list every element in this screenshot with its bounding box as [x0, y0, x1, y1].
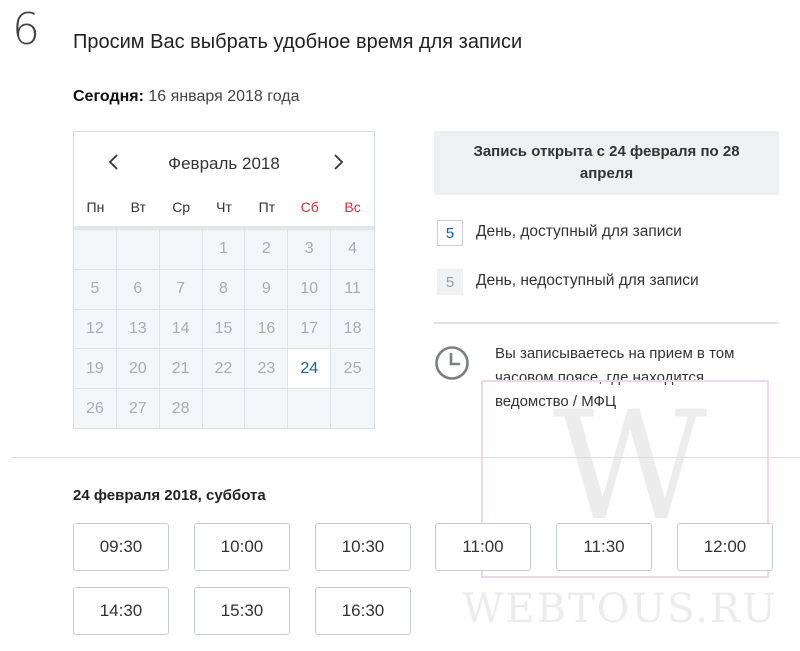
calendar-day: 19 [74, 349, 117, 390]
calendar-empty-cell [74, 230, 117, 270]
calendar-day: 2 [245, 230, 289, 270]
selected-date: 24 февраля 2018, суббота [73, 487, 266, 504]
calendar-day: 13 [116, 309, 160, 350]
weekday-tue: Вт [130, 199, 146, 215]
watermark-logo: W [552, 380, 708, 554]
watermark-text: WEBTOUS.RU [462, 586, 778, 632]
time-slot-button[interactable]: 10:00 [194, 523, 290, 571]
info-divider [434, 322, 779, 324]
calendar-empty-cell [116, 230, 160, 270]
calendar: Февраль 2018 Пн Вт Ср Чт Пт Сб Вс 123456… [73, 131, 375, 429]
calendar-day: 20 [116, 349, 160, 390]
time-slot-button[interactable]: 16:30 [315, 587, 411, 635]
weekday-sat: Сб [300, 199, 319, 215]
calendar-day: 10 [288, 269, 332, 310]
calendar-day: 4 [331, 230, 374, 270]
weekday-thu: Чт [216, 199, 232, 215]
weekday-sun: Вс [344, 199, 361, 215]
weekday-row: Пн Вт Ср Чт Пт Сб Вс [74, 194, 374, 224]
today-line: Сегодня: 16 января 2018 года [73, 88, 300, 106]
calendar-day: 3 [288, 230, 332, 270]
calendar-day: 27 [116, 389, 160, 429]
calendar-empty-cell [331, 389, 374, 429]
time-slot-button[interactable]: 12:00 [677, 523, 773, 571]
calendar-day: 17 [288, 309, 332, 350]
page-title: Просим Вас выбрать удобное время для зап… [73, 31, 523, 53]
calendar-day: 11 [331, 269, 374, 310]
legend-available-swatch: 5 [437, 220, 463, 246]
calendar-day: 8 [202, 269, 246, 310]
calendar-day: 26 [74, 389, 117, 429]
calendar-header: Февраль 2018 [74, 132, 374, 194]
calendar-day: 12 [74, 309, 117, 350]
calendar-day: 23 [245, 349, 289, 390]
time-slot-button[interactable]: 15:30 [194, 587, 290, 635]
time-slot-button[interactable]: 14:30 [73, 587, 169, 635]
next-month-button[interactable] [326, 150, 350, 174]
calendar-day: 6 [116, 269, 160, 310]
legend-unavailable-swatch: 5 [437, 269, 463, 295]
time-slot-button[interactable]: 10:30 [315, 523, 411, 571]
calendar-day: 21 [159, 349, 203, 390]
legend-available-label: День, доступный для записи [476, 222, 682, 240]
calendar-day: 14 [159, 309, 203, 350]
weekday-mon: Пн [86, 199, 105, 215]
weekday-wed: Ср [172, 199, 191, 215]
time-slot-button[interactable]: 11:00 [435, 523, 531, 571]
step-number: 6 [12, 4, 40, 55]
legend-unavailable: 5 День, недоступный для записи [437, 269, 699, 295]
calendar-empty-cell [159, 230, 203, 270]
legend-unavailable-label: День, недоступный для записи [476, 271, 699, 289]
today-label: Сегодня: [73, 88, 144, 105]
calendar-day: 15 [202, 309, 246, 350]
section-divider [12, 457, 800, 458]
time-slot-button[interactable]: 11:30 [556, 523, 652, 571]
weekday-fri: Пт [258, 199, 276, 215]
legend-available: 5 День, доступный для записи [437, 220, 682, 246]
calendar-empty-cell [288, 389, 332, 429]
calendar-day: 22 [202, 349, 246, 390]
time-slot-button[interactable]: 09:30 [73, 523, 169, 571]
record-open-banner: Запись открыта с 24 февраля по 28 апреля [434, 131, 779, 195]
calendar-day[interactable]: 24 [288, 349, 332, 390]
calendar-day: 25 [331, 349, 374, 390]
chevron-right-icon [334, 154, 344, 170]
clock-icon [435, 346, 469, 380]
calendar-day: 16 [245, 309, 289, 350]
calendar-day: 9 [245, 269, 289, 310]
calendar-day: 28 [159, 389, 203, 429]
calendar-grid: 1 2 3 4 5 6 7 8 9 10 11 12 13 14 15 16 17 18 19 20 21 22 23 24 2… [74, 229, 374, 429]
calendar-empty-cell [202, 389, 246, 429]
calendar-day: 18 [331, 309, 374, 350]
calendar-day: 5 [74, 269, 117, 310]
calendar-day: 1 [202, 230, 246, 270]
today-value: 16 января 2018 года [148, 88, 300, 105]
calendar-empty-cell [245, 389, 289, 429]
calendar-day: 7 [159, 269, 203, 310]
